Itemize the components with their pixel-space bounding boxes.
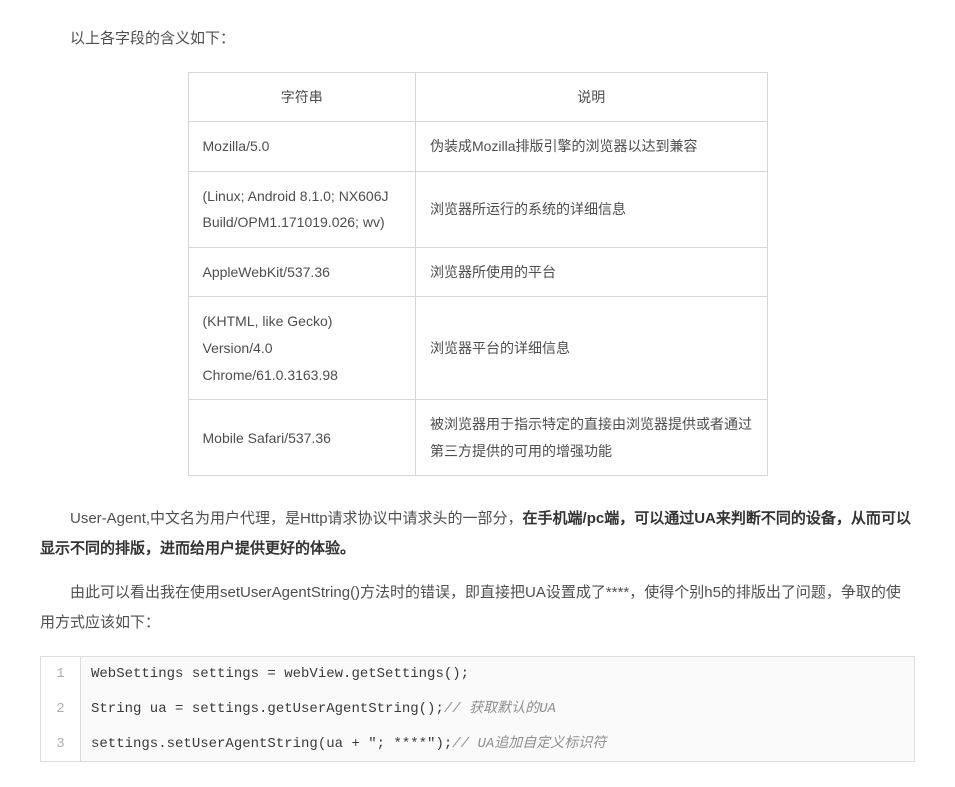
cell-string: (KHTML, like Gecko) Version/4.0 Chrome/6… xyxy=(188,297,415,400)
cell-string: Mozilla/5.0 xyxy=(188,122,415,172)
line-number: 1 xyxy=(41,657,81,692)
paragraph-error-desc: 由此可以看出我在使用setUserAgentString()方法时的错误，即直接… xyxy=(40,578,915,638)
cell-desc: 伪装成Mozilla排版引擎的浏览器以达到兼容 xyxy=(415,122,767,172)
cell-desc: 浏览器所运行的系统的详细信息 xyxy=(415,171,767,247)
code-block: 1 WebSettings settings = webView.getSett… xyxy=(40,656,915,762)
cell-desc: 被浏览器用于指示特定的直接由浏览器提供或者通过第三方提供的可用的增强功能 xyxy=(415,400,767,476)
cell-string: (Linux; Android 8.1.0; NX606J Build/OPM1… xyxy=(188,171,415,247)
code-content: WebSettings settings = webView.getSettin… xyxy=(81,657,479,692)
para1-plain: User-Agent,中文名为用户代理，是Http请求协议中请求头的一部分， xyxy=(70,510,523,527)
code-content: settings.setUserAgentString(ua + "; ****… xyxy=(81,727,616,762)
table-header-row: 字符串 说明 xyxy=(188,72,767,122)
code-line: 3 settings.setUserAgentString(ua + "; **… xyxy=(41,727,914,762)
cell-string: Mobile Safari/537.36 xyxy=(188,400,415,476)
paragraph-ua-intro: User-Agent,中文名为用户代理，是Http请求协议中请求头的一部分，在手… xyxy=(40,504,915,564)
header-desc: 说明 xyxy=(415,72,767,122)
code-content: String ua = settings.getUserAgentString(… xyxy=(81,692,566,727)
cell-desc: 浏览器所使用的平台 xyxy=(415,247,767,297)
header-string: 字符串 xyxy=(188,72,415,122)
code-line: 1 WebSettings settings = webView.getSett… xyxy=(41,657,914,692)
table-row: Mozilla/5.0 伪装成Mozilla排版引擎的浏览器以达到兼容 xyxy=(188,122,767,172)
line-number: 3 xyxy=(41,727,81,762)
ua-fields-table: 字符串 说明 Mozilla/5.0 伪装成Mozilla排版引擎的浏览器以达到… xyxy=(188,72,768,477)
table-row: Mobile Safari/537.36 被浏览器用于指示特定的直接由浏览器提供… xyxy=(188,400,767,476)
table-row: AppleWebKit/537.36 浏览器所使用的平台 xyxy=(188,247,767,297)
code-line: 2 String ua = settings.getUserAgentStrin… xyxy=(41,692,914,727)
intro-text: 以上各字段的含义如下： xyxy=(40,25,915,54)
line-number: 2 xyxy=(41,692,81,727)
table-row: (Linux; Android 8.1.0; NX606J Build/OPM1… xyxy=(188,171,767,247)
table-row: (KHTML, like Gecko) Version/4.0 Chrome/6… xyxy=(188,297,767,400)
cell-string: AppleWebKit/537.36 xyxy=(188,247,415,297)
cell-desc: 浏览器平台的详细信息 xyxy=(415,297,767,400)
